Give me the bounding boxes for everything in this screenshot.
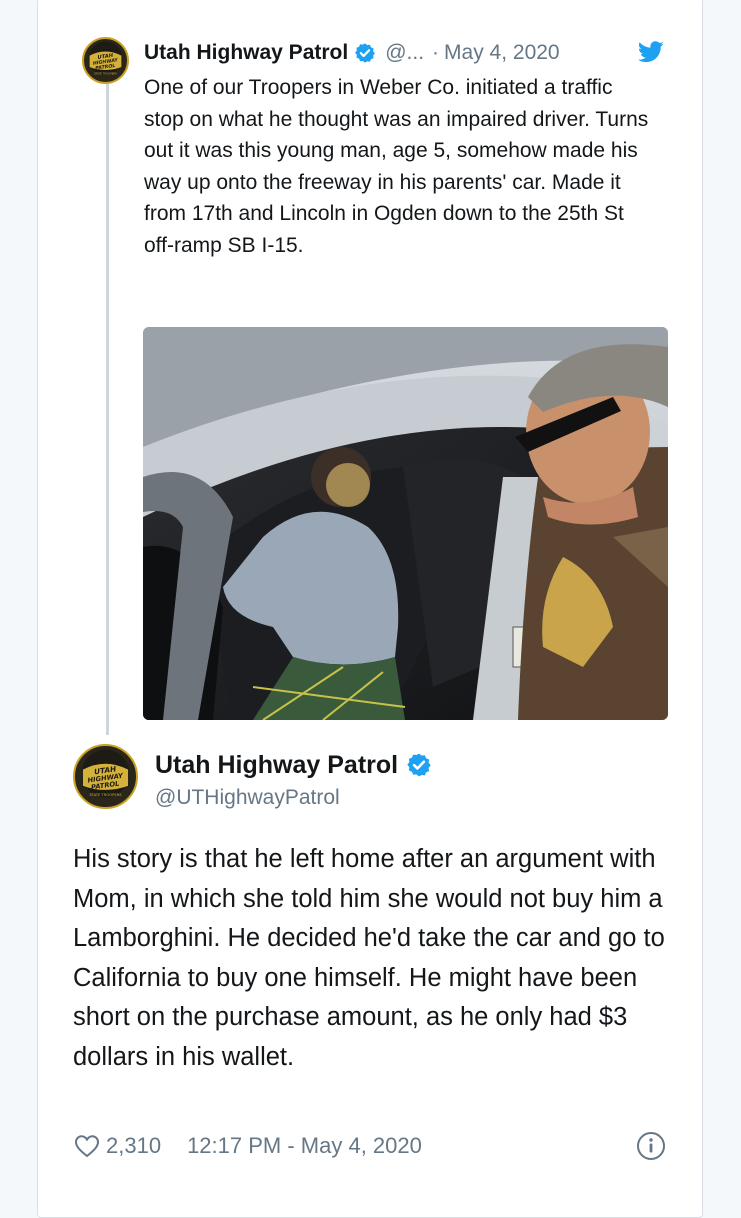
tweet-photo[interactable] (143, 327, 668, 720)
main-tweet-avatar[interactable]: UTAH HIGHWAY PATROL STATE TROOPERS (73, 744, 138, 809)
verified-badge-icon (406, 752, 432, 778)
utah-highway-patrol-badge-logo: UTAH HIGHWAY PATROL STATE TROOPERS (81, 762, 130, 797)
main-display-name-row: Utah Highway Patrol (155, 748, 432, 782)
quoted-separator: · (432, 41, 440, 64)
like-count[interactable]: 2,310 (106, 1133, 161, 1159)
twitter-bird-icon[interactable] (638, 40, 664, 64)
tweet-footer: 2,310 12:17 PM - May 4, 2020 (74, 1130, 669, 1162)
main-display-name[interactable]: Utah Highway Patrol (155, 751, 398, 780)
thread-connector-line (106, 80, 109, 735)
quoted-tweet-text: One of our Troopers in Weber Co. initiat… (144, 76, 649, 257)
heart-icon[interactable] (74, 1134, 100, 1158)
verified-badge-icon (354, 42, 376, 64)
main-handle[interactable]: @UTHighwayPatrol (155, 786, 340, 810)
tweet-timestamp[interactable]: 12:17 PM - May 4, 2020 (187, 1133, 422, 1159)
quoted-tweet-avatar[interactable]: UTAH HIGHWAY PATROL STATE TROOPERS (82, 37, 129, 84)
logo-text-state-troopers: STATE TROOPERS (94, 71, 117, 75)
quoted-display-name[interactable]: Utah Highway Patrol (144, 41, 348, 65)
utah-highway-patrol-badge-logo: UTAH HIGHWAY PATROL STATE TROOPERS (88, 50, 123, 75)
quoted-tweet-header: Utah Highway Patrol @... · May 4, 2020 (144, 38, 664, 68)
quoted-handle[interactable]: @... (385, 41, 424, 65)
quoted-date[interactable]: May 4, 2020 (444, 41, 560, 65)
info-icon[interactable] (636, 1131, 666, 1161)
main-tweet-text: His story is that he left home after an … (73, 845, 665, 1071)
logo-text-state-troopers: STATE TROOPERS (89, 793, 122, 797)
